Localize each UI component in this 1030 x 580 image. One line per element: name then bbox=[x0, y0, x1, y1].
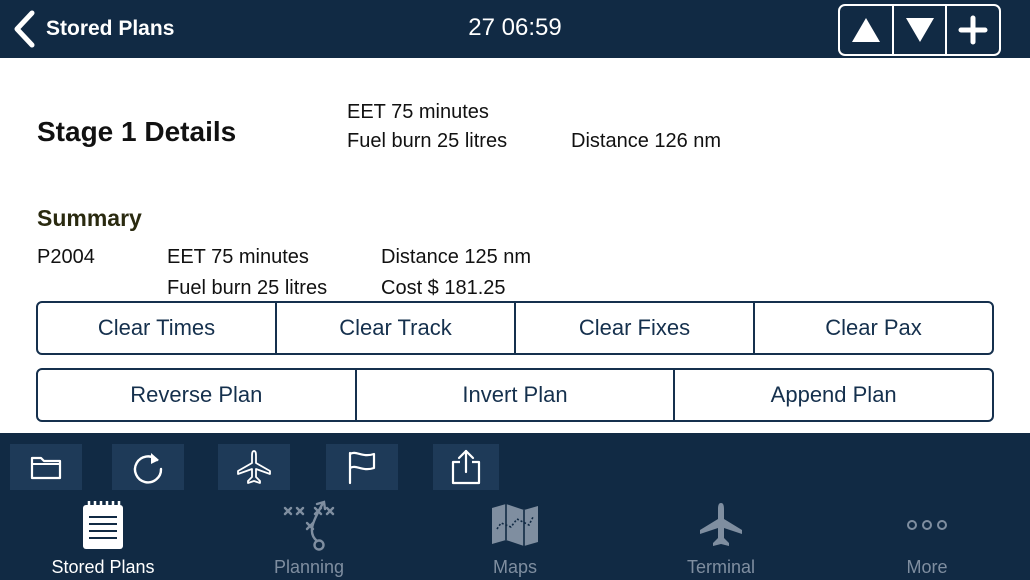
plus-icon bbox=[958, 15, 988, 45]
navigation-bar: Stored Plans 27 06:59 bbox=[0, 0, 1030, 58]
tab-more[interactable]: More bbox=[824, 491, 1030, 580]
share-icon bbox=[451, 449, 481, 485]
clear-actions-row: Clear Times Clear Track Clear Fixes Clea… bbox=[36, 301, 994, 355]
clear-pax-button[interactable]: Clear Pax bbox=[753, 303, 992, 353]
share-button[interactable] bbox=[433, 444, 499, 490]
stage-fuel-burn: Fuel burn 25 litres bbox=[347, 130, 508, 152]
tab-maps[interactable]: Maps bbox=[412, 491, 618, 580]
map-icon bbox=[492, 504, 538, 546]
tab-label-more: More bbox=[906, 557, 948, 577]
stage-title: Stage 1 Details bbox=[37, 116, 237, 147]
aircraft-button[interactable] bbox=[218, 444, 290, 490]
back-label: Stored Plans bbox=[46, 17, 175, 40]
stage-eet: EET 75 minutes bbox=[347, 101, 489, 123]
open-folder-button[interactable] bbox=[10, 444, 82, 490]
more-dots-icon bbox=[907, 520, 947, 530]
clear-times-button[interactable]: Clear Times bbox=[38, 303, 275, 353]
summary-eet: EET 75 minutes bbox=[167, 246, 309, 268]
chevron-left-icon bbox=[14, 10, 35, 48]
back-button[interactable]: Stored Plans bbox=[12, 6, 174, 52]
play-diagram-icon bbox=[283, 500, 335, 551]
triangle-up-icon bbox=[851, 18, 880, 42]
tab-label-stored-plans: Stored Plans bbox=[51, 557, 155, 577]
tab-label-planning: Planning bbox=[273, 557, 345, 577]
flag-icon bbox=[348, 451, 376, 485]
clear-track-button[interactable]: Clear Track bbox=[275, 303, 514, 353]
reverse-plan-button[interactable]: Reverse Plan bbox=[38, 370, 355, 420]
summary-distance: Distance 125 nm bbox=[381, 246, 532, 268]
notepad-icon bbox=[83, 501, 123, 549]
folder-icon bbox=[30, 456, 62, 480]
stage-distance: Distance 126 nm bbox=[571, 130, 722, 152]
refresh-button[interactable] bbox=[112, 444, 184, 490]
plan-controls bbox=[838, 4, 1001, 56]
tab-planning[interactable]: Planning bbox=[206, 491, 412, 580]
triangle-down-icon bbox=[905, 18, 934, 42]
airplane-icon bbox=[700, 503, 742, 546]
airplane-icon bbox=[237, 450, 271, 484]
append-plan-button[interactable]: Append Plan bbox=[673, 370, 992, 420]
app-window: Stored Plans 27 06:59 Stage 1 Details EE… bbox=[0, 0, 1030, 580]
move-up-button[interactable] bbox=[840, 6, 892, 54]
flag-button[interactable] bbox=[326, 444, 398, 490]
tab-label-maps: Maps bbox=[492, 557, 537, 577]
toolbar bbox=[0, 433, 1030, 491]
tab-bar: Stored Plans Planning Maps Terminal More bbox=[0, 491, 1030, 580]
tab-stored-plans[interactable]: Stored Plans bbox=[0, 491, 206, 580]
summary-cost: Cost $ 181.25 bbox=[381, 277, 506, 299]
refresh-icon bbox=[133, 453, 163, 484]
tab-terminal[interactable]: Terminal bbox=[618, 491, 824, 580]
plan-actions-row: Reverse Plan Invert Plan Append Plan bbox=[36, 368, 994, 422]
clear-fixes-button[interactable]: Clear Fixes bbox=[514, 303, 753, 353]
invert-plan-button[interactable]: Invert Plan bbox=[354, 370, 674, 420]
plan-id: P2004 bbox=[37, 246, 95, 268]
move-down-button[interactable] bbox=[891, 6, 946, 54]
add-button[interactable] bbox=[945, 6, 999, 54]
tab-label-terminal: Terminal bbox=[686, 557, 756, 577]
summary-title: Summary bbox=[37, 205, 142, 231]
summary-fuel-burn: Fuel burn 25 litres bbox=[167, 277, 328, 299]
